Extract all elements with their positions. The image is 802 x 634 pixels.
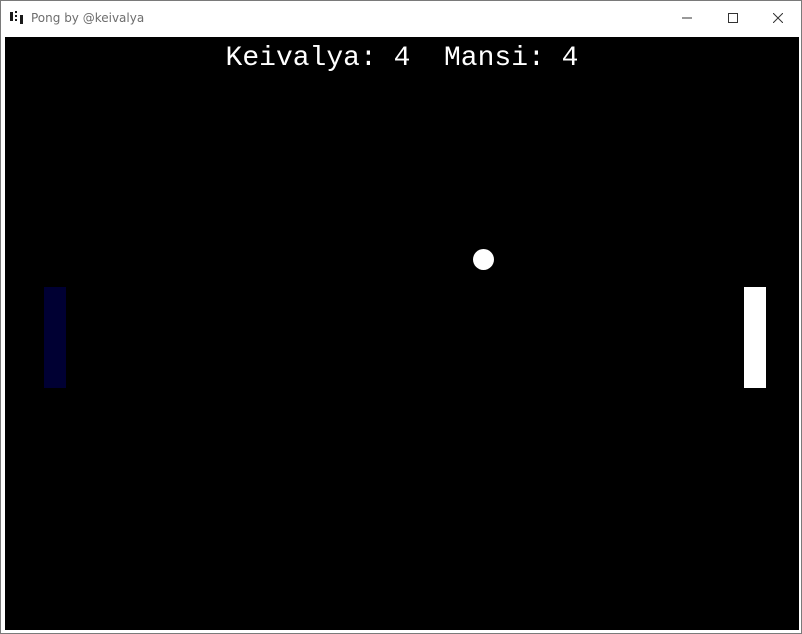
app-window: Pong by @keivalya Keivalya: 4 Mansi: 4: [0, 0, 802, 634]
player2-score: 4: [561, 43, 579, 74]
right-paddle: [744, 287, 766, 388]
close-icon: [773, 13, 783, 23]
ball: [473, 249, 494, 270]
player1-score: 4: [393, 43, 411, 74]
player2-name: Mansi: [444, 43, 529, 74]
left-paddle: [44, 287, 66, 388]
close-button[interactable]: [755, 1, 801, 35]
pong-app-icon: [9, 10, 25, 26]
game-canvas[interactable]: Keivalya: 4 Mansi: 4: [5, 37, 799, 630]
player1-name: Keivalya: [225, 43, 360, 74]
maximize-button[interactable]: [710, 1, 756, 35]
minimize-icon: [682, 13, 692, 23]
score-separator-2: :: [528, 43, 562, 74]
score-gap: [410, 43, 444, 74]
window-title: Pong by @keivalya: [31, 11, 145, 25]
score-separator-1: :: [359, 43, 394, 74]
scoreboard: Keivalya: 4 Mansi: 4: [5, 41, 799, 77]
minimize-button[interactable]: [664, 1, 710, 35]
title-bar[interactable]: Pong by @keivalya: [1, 1, 801, 35]
maximize-icon: [728, 13, 738, 23]
